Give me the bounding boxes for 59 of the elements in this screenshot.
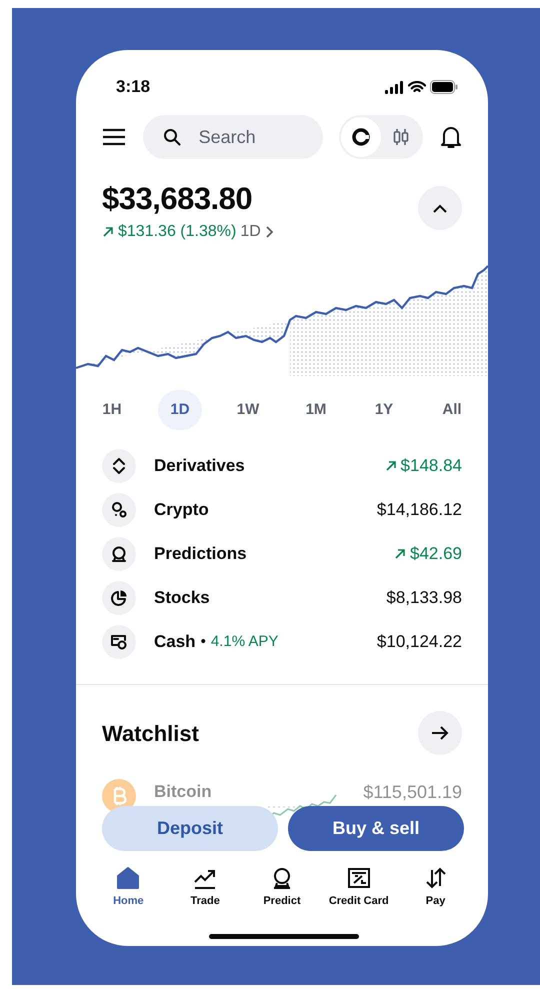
asset-value: $8,133.98	[386, 587, 462, 610]
period-link[interactable]: 1D	[240, 220, 273, 244]
asset-change: $42.69	[410, 543, 462, 566]
range-tab[interactable]: 1M	[294, 390, 338, 430]
candlestick-icon	[393, 128, 410, 146]
range-tab[interactable]: 1Y	[362, 390, 406, 430]
asset-name: Predictions	[154, 543, 247, 566]
transfer-arrows-icon	[424, 866, 448, 890]
nav-tab[interactable]: Pay	[397, 866, 474, 910]
coin-price: $115,501.19	[363, 781, 462, 804]
crystal-ball-icon	[110, 545, 128, 564]
range-tab[interactable]: 1D	[158, 390, 202, 430]
bell-icon	[440, 125, 462, 149]
balance-change: $131.36 (1.38%)	[118, 222, 236, 242]
crypto-icon	[110, 501, 128, 520]
coin-name: Bitcoin	[154, 781, 212, 804]
watchlist-title: Watchlist	[102, 720, 199, 748]
menu-button[interactable]	[102, 128, 126, 146]
separator-dot: •	[200, 632, 206, 652]
signal-icon	[385, 80, 404, 94]
asset-name: Crypto	[154, 499, 209, 522]
range-tab[interactable]: 1H	[90, 390, 134, 430]
range-tab[interactable]: 1W	[226, 390, 270, 430]
arrow-up-right-icon	[394, 548, 406, 560]
asset-name: Cash	[154, 631, 196, 654]
nav-tab[interactable]: Credit Card	[320, 866, 398, 910]
battery-icon	[430, 80, 458, 94]
arrow-right-icon	[431, 726, 449, 740]
arrow-up-right-icon	[384, 460, 397, 472]
menu-icon	[102, 128, 126, 146]
search-icon	[162, 128, 181, 146]
nav-tab[interactable]: Predict	[244, 866, 320, 910]
asset-value: $14,186.12	[376, 499, 462, 522]
buy-sell-button[interactable]: Buy & sell	[288, 806, 464, 851]
deposit-button[interactable]: Deposit	[102, 806, 278, 851]
watchlist-arrow-button[interactable]	[418, 711, 462, 756]
view-mode-button[interactable]	[341, 117, 382, 157]
nav-tab[interactable]: Trade	[166, 866, 244, 910]
arrow-up-right-icon	[102, 226, 114, 238]
asset-name: Derivatives	[154, 455, 245, 478]
chevron-right-icon	[264, 226, 273, 238]
card-icon	[346, 866, 371, 890]
portfolio-balance: $33,683.80	[102, 182, 254, 216]
wifi-icon	[408, 80, 426, 94]
asset-change: $148.84	[400, 455, 462, 478]
pie-chart-icon	[110, 589, 128, 608]
chevron-up-icon	[433, 204, 447, 212]
nav-tab[interactable]: Home	[90, 866, 167, 910]
coin-icon	[352, 128, 370, 146]
derivatives-icon	[110, 457, 128, 476]
notifications-button[interactable]	[440, 125, 462, 149]
range-tab[interactable]: All	[430, 390, 474, 430]
cash-icon	[110, 633, 128, 652]
search-field[interactable]: Search	[142, 115, 323, 159]
status-time: 3:18	[116, 76, 150, 98]
home-icon	[116, 866, 140, 890]
apy-label: 4.1% APY	[210, 632, 278, 652]
asset-value: $10,124.22	[376, 631, 462, 654]
asset-name: Stocks	[154, 587, 210, 610]
